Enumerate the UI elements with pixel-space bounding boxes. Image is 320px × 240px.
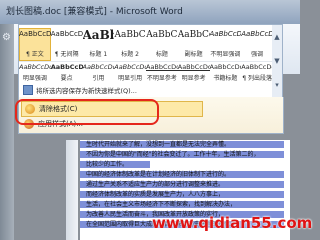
style-sample: AaBbCc	[177, 30, 210, 40]
style-book-title[interactable]: AaBbCcDd 书籍标题	[210, 62, 242, 82]
style-name: 强调	[251, 51, 264, 58]
style-sample: AaBbCcDd	[209, 30, 242, 38]
style-name: 标题 1	[89, 51, 108, 58]
document-line: 比较少的工作。	[86, 161, 129, 168]
style-normal[interactable]: AaBbCcDd ¶ 正文	[19, 28, 51, 61]
style-intense-reference[interactable]: AaBbCcDd 明显参考	[178, 62, 210, 82]
style-subtle-reference[interactable]: AaBbCcDd 不明显参考	[146, 62, 178, 82]
style-name: 书籍标题	[213, 75, 238, 82]
more-icon[interactable]: ▾	[272, 73, 282, 97]
style-sample: AaBbCcDd	[19, 30, 51, 38]
document-line: 而经济体制改革的实质是发展生产力，人八方事上，	[86, 191, 225, 198]
style-emphasis[interactable]: AaBbCcDd 强调	[241, 28, 273, 61]
style-strong[interactable]: AaBbCcDd 要点	[51, 62, 83, 82]
styles-row-1: AaBbCcDd ¶ 正文 AaBbCcDd ¶ 无间隔 AaBb 标题 1 A…	[19, 28, 273, 61]
style-name: 副标题	[184, 51, 203, 58]
highlight-circle	[15, 99, 159, 125]
style-sample: AaBbCcDd	[177, 63, 210, 71]
style-name: 不明显强调	[210, 51, 241, 58]
style-sample: AaBbCcDd	[146, 63, 178, 71]
style-name: 引用	[92, 75, 105, 82]
style-name: 标题	[155, 51, 168, 58]
style-name: 标题 2	[121, 51, 139, 58]
style-name: 明显强调	[22, 75, 47, 82]
style-sample: AaBbC	[146, 30, 178, 40]
style-intense-quote[interactable]: AaBbCcDd 明显引用	[114, 62, 146, 82]
document-line: 生活，在社会主义市场经济下不断探索，找到解决办法，	[86, 201, 237, 208]
style-sample: AaBbCcDd	[114, 63, 146, 71]
gallery-scrollbar[interactable]: ▲ ▼ ▾	[272, 24, 283, 101]
save-style-icon	[23, 85, 33, 95]
gear-icon: ⚙	[2, 32, 11, 43]
document-line: 生时代开始就来了解，没想到一直都是无法完全弄懂。	[86, 141, 231, 148]
style-name: 明显参考	[181, 75, 206, 82]
vertical-ruler	[66, 140, 78, 240]
document-line: 通过生产关系不适应生产力的部分进行调整来推进。	[86, 181, 225, 188]
document-line: 不因为你是中国的"而经"的社会变迁了。工作十年，生活第二的，	[86, 151, 260, 158]
style-name: 明显引用	[118, 75, 143, 82]
style-sample: AaBbCcDd	[50, 63, 83, 71]
style-name: ¶ 无间隔	[54, 51, 79, 58]
style-name: 要点	[60, 75, 73, 82]
style-list-paragraph[interactable]: AaBbCcDd ¶ 列出段落	[241, 62, 273, 82]
style-intense-emphasis[interactable]: AaBbCcDd 明显强调	[19, 62, 51, 82]
style-sample: AaBbCcDd	[19, 63, 51, 71]
style-quote[interactable]: AaBbCcDd 引用	[83, 62, 115, 82]
style-sample: AaBbC	[114, 30, 146, 40]
document-line: 中国的经济体制改革是在计划经济的旧体制下进行的。	[86, 171, 231, 178]
style-sample: AaBb	[82, 28, 115, 42]
styles-row-2: AaBbCcDd 明显强调 AaBbCcDd 要点 AaBbCcDd 引用 Aa…	[19, 61, 273, 82]
left-panel-edge: ⚙	[0, 24, 14, 240]
window-title: 划长图稿.doc [兼容模式] - Microsoft Word	[6, 7, 183, 17]
scroll-down-icon[interactable]: ▼	[272, 49, 282, 73]
style-title[interactable]: AaBbC 标题	[146, 28, 178, 61]
style-heading-1[interactable]: AaBb 标题 1	[83, 28, 115, 61]
style-subtitle[interactable]: AaBbCc 副标题	[178, 28, 210, 61]
style-sample: AaBbCcDd	[241, 63, 273, 71]
style-sample: AaBbCcDd	[82, 63, 115, 71]
style-sample: AaBbCcDd	[50, 30, 83, 38]
scroll-up-icon[interactable]: ▲	[272, 25, 282, 49]
style-sample: AaBbCcDd	[209, 63, 242, 71]
style-subtle-emphasis[interactable]: AaBbCcDd 不明显强调	[210, 28, 242, 61]
style-heading-2[interactable]: AaBbC 标题 2	[114, 28, 146, 61]
save-selection-command[interactable]: 将所选内容保存为新快速样式(Q)...	[23, 84, 269, 96]
style-name: 不明显参考	[146, 75, 177, 82]
save-selection-label: 将所选内容保存为新快速样式(Q)...	[36, 87, 137, 95]
quick-styles-gallery: AaBbCcDd ¶ 正文 AaBbCcDd ¶ 无间隔 AaBb 标题 1 A…	[18, 24, 274, 99]
title-bar: 划长图稿.doc [兼容模式] - Microsoft Word	[0, 0, 300, 25]
watermark: www.qidian55.com	[152, 214, 313, 232]
style-name: ¶ 正文	[26, 51, 44, 58]
style-sample: AaBbCcDd	[241, 30, 273, 38]
style-name: ¶ 列出段落	[242, 75, 272, 82]
style-no-spacing[interactable]: AaBbCcDd ¶ 无间隔	[51, 28, 83, 61]
